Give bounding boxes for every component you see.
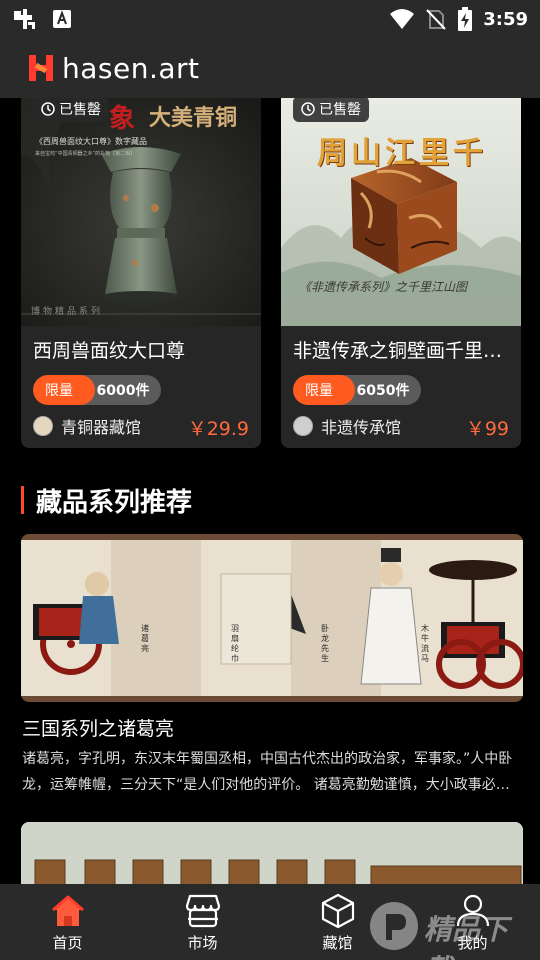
series-description: 诸葛亮，字孔明，东汉末年蜀国丞相，中国古代杰出的政治家，军事家。”人中卧龙，运筹… bbox=[22, 751, 513, 793]
nav-home[interactable]: 首页 bbox=[0, 884, 135, 960]
sold-out-badge: 已售罄 bbox=[293, 98, 369, 122]
price: ￥99 bbox=[465, 418, 509, 440]
limit-badge: 限量 6000件 bbox=[33, 375, 161, 405]
bronze-vessel-artwork bbox=[21, 98, 261, 326]
product-image[interactable]: 象 大美青铜 《西周兽面纹大口尊》数字藏品 来自宝鸡“中国青铜器之乡”的礼物【第… bbox=[21, 98, 261, 326]
clock-icon bbox=[41, 102, 55, 116]
series-banner[interactable] bbox=[21, 822, 523, 884]
artwork-series-note: 博物精品系列 bbox=[31, 307, 104, 317]
avatar bbox=[293, 416, 313, 436]
series-banner[interactable]: 诸葛亮 羽扇纶巾 卧龙先生 木牛流马 bbox=[21, 534, 523, 702]
nav-label: 藏馆 bbox=[322, 933, 353, 952]
battery-charging-icon bbox=[458, 7, 473, 31]
owner-name: 非遗传承馆 bbox=[321, 418, 402, 437]
product-image[interactable]: 周山江里千 《非遗传承系列》之千里江山图 已售罄 bbox=[281, 98, 521, 326]
owner[interactable]: 青铜器藏馆 bbox=[33, 414, 141, 438]
home-feed[interactable]: 象 大美青铜 《西周兽面纹大口尊》数字藏品 来自宝鸡“中国青铜器之乡”的礼物【第… bbox=[0, 98, 540, 884]
three-kingdoms-artwork bbox=[21, 534, 523, 702]
limit-badge: 限量 6050件 bbox=[293, 375, 421, 405]
banner-label: 诸葛亮 bbox=[141, 624, 149, 653]
avatar bbox=[33, 416, 53, 436]
no-sim-icon bbox=[426, 9, 446, 30]
wifi-icon bbox=[390, 9, 415, 29]
tile-series-artwork bbox=[21, 822, 523, 884]
app-header: hasen.art bbox=[0, 38, 540, 98]
clock: 3:59 bbox=[483, 8, 528, 30]
clock-icon bbox=[301, 102, 315, 116]
nav-label: 市场 bbox=[187, 933, 218, 952]
watermark-text: 精品下载 bbox=[424, 913, 509, 960]
sold-out-badge: 已售罄 bbox=[33, 98, 109, 122]
bug-icon bbox=[14, 9, 35, 29]
product-title: 非遗传承之铜壁画千里江山图 bbox=[293, 340, 513, 362]
cube-icon bbox=[321, 893, 354, 928]
nav-label: 首页 bbox=[52, 933, 83, 952]
banner-label: 木牛流马 bbox=[421, 624, 429, 663]
limit-count: 6000件 bbox=[96, 383, 150, 399]
watermark: 精品下载 bbox=[366, 894, 534, 960]
artwork-headline: 大美青铜 bbox=[149, 105, 238, 131]
product-card[interactable]: 象 大美青铜 《西周兽面纹大口尊》数字藏品 来自宝鸡“中国青铜器之乡”的礼物【第… bbox=[21, 98, 261, 448]
artwork-caption: 《西周兽面纹大口尊》数字藏品 bbox=[35, 137, 147, 146]
logo-text: hasen.art bbox=[62, 51, 200, 85]
banner-label: 卧龙先生 bbox=[321, 624, 329, 663]
owner-name: 青铜器藏馆 bbox=[61, 418, 142, 437]
section-accent bbox=[21, 486, 24, 514]
logo-icon[interactable] bbox=[26, 53, 56, 83]
status-bar: 3:59 bbox=[0, 0, 540, 38]
owner[interactable]: 非遗传承馆 bbox=[293, 414, 401, 438]
notification-a-icon bbox=[53, 10, 71, 28]
section-title: 藏品系列推荐 bbox=[36, 488, 193, 518]
artwork-caption: 《非遗传承系列》之千里江山图 bbox=[299, 280, 468, 294]
series-title[interactable]: 三国系列之诸葛亮 bbox=[22, 714, 174, 741]
price: ￥29.9 bbox=[187, 418, 249, 440]
market-icon bbox=[185, 894, 220, 927]
product-title: 西周兽面纹大口尊 bbox=[33, 340, 186, 362]
artwork-caption: 来自宝鸡“中国青铜器之乡”的礼物【第二辑】 bbox=[35, 151, 136, 157]
product-card[interactable]: 周山江里千 《非遗传承系列》之千里江山图 已售罄 非遗传承之铜壁画千里江山图 限… bbox=[281, 98, 521, 448]
banner-label: 羽扇纶巾 bbox=[231, 624, 239, 663]
nav-market[interactable]: 市场 bbox=[135, 884, 270, 960]
home-icon bbox=[51, 895, 84, 926]
artwork-headline: 象 bbox=[109, 104, 136, 134]
artwork-headline: 周山江里千 bbox=[317, 136, 487, 171]
limit-count: 6050件 bbox=[356, 383, 410, 399]
